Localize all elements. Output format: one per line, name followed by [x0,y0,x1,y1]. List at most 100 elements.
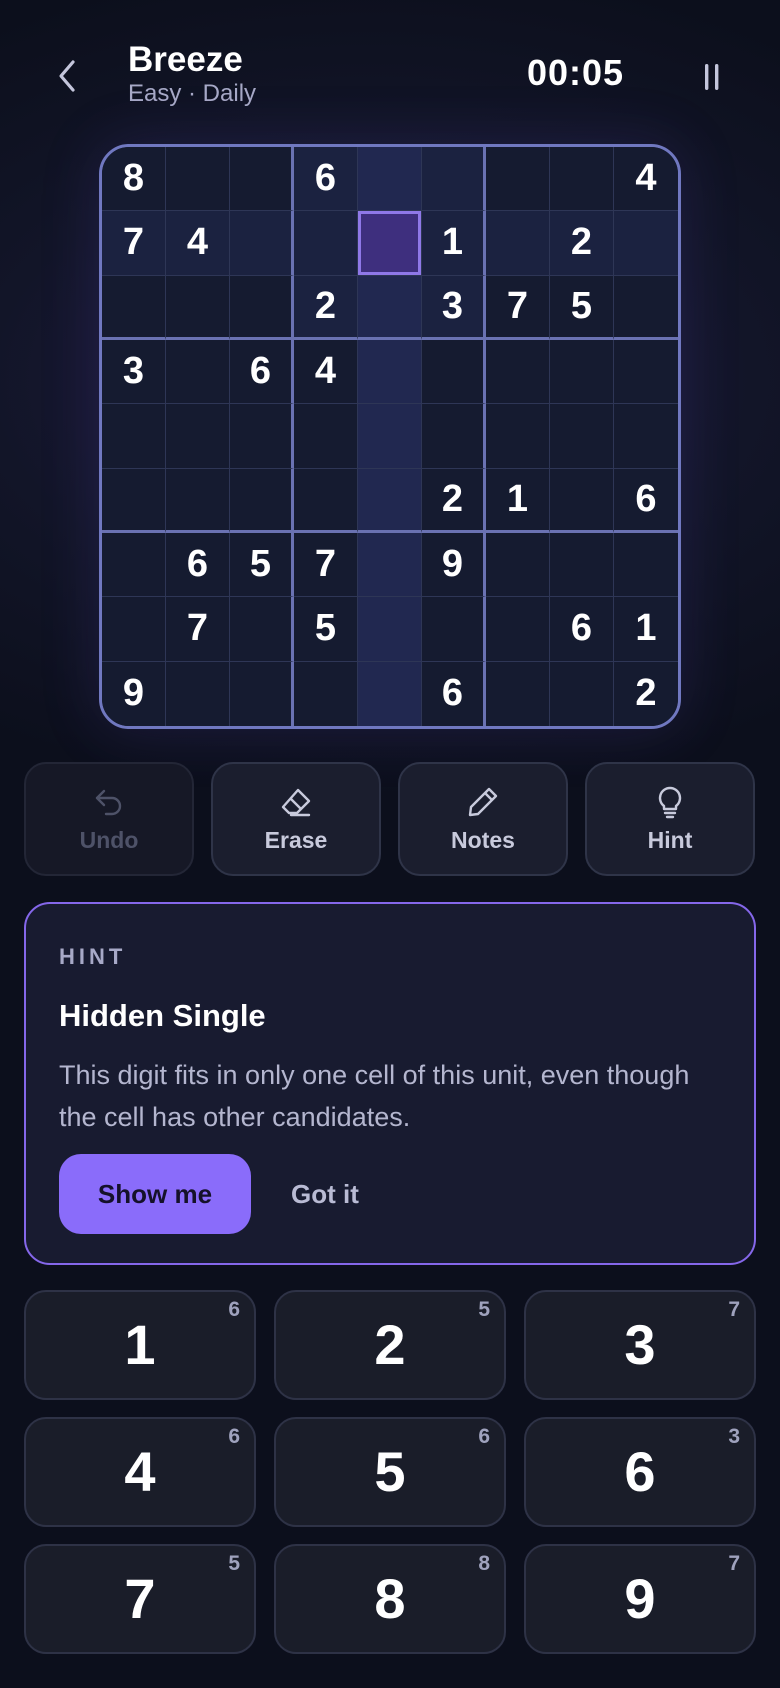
sudoku-cell[interactable] [614,404,678,469]
sudoku-cell[interactable]: 5 [230,533,294,598]
number-key-9[interactable]: 9 7 [524,1544,756,1654]
sudoku-cell[interactable] [358,340,422,405]
sudoku-cell[interactable]: 3 [422,275,486,340]
sudoku-cell[interactable] [550,533,614,598]
sudoku-cell[interactable]: 1 [614,597,678,662]
sudoku-cell[interactable]: 5 [294,597,358,662]
sudoku-cell[interactable] [102,404,166,469]
sudoku-cell[interactable] [486,597,550,662]
sudoku-cell[interactable] [230,147,294,212]
sudoku-cell[interactable] [550,404,614,469]
sudoku-cell[interactable] [166,404,230,469]
erase-button[interactable]: Erase [211,762,381,876]
sudoku-cell[interactable] [486,404,550,469]
show-me-button[interactable]: Show me [59,1154,251,1234]
sudoku-cell[interactable]: 8 [102,147,166,212]
sudoku-cell[interactable] [486,211,550,276]
sudoku-cell[interactable] [614,340,678,405]
sudoku-cell[interactable]: 7 [166,597,230,662]
sudoku-cell[interactable] [230,275,294,340]
hint-button[interactable]: Hint [585,762,755,876]
sudoku-cell[interactable] [294,661,358,726]
sudoku-cell[interactable] [358,275,422,340]
sudoku-cell[interactable] [166,275,230,340]
sudoku-cell[interactable]: 9 [422,533,486,598]
sudoku-cell[interactable] [422,404,486,469]
sudoku-cell[interactable] [486,147,550,212]
sudoku-cell[interactable]: 1 [422,211,486,276]
sudoku-cell[interactable] [102,275,166,340]
sudoku-cell[interactable] [614,275,678,340]
sudoku-cell[interactable] [294,468,358,533]
sudoku-cell[interactable] [486,661,550,726]
sudoku-cell[interactable] [166,661,230,726]
sudoku-cell[interactable] [102,468,166,533]
sudoku-cell[interactable]: 5 [550,275,614,340]
sudoku-cell[interactable] [294,211,358,276]
sudoku-cell[interactable] [358,211,422,276]
sudoku-cell[interactable]: 9 [102,661,166,726]
sudoku-cell[interactable] [358,533,422,598]
sudoku-cell[interactable] [230,661,294,726]
sudoku-cell[interactable] [166,340,230,405]
sudoku-cell[interactable] [358,468,422,533]
pause-button[interactable] [690,52,734,102]
sudoku-cell[interactable] [486,533,550,598]
sudoku-cell[interactable] [422,597,486,662]
sudoku-cell[interactable]: 6 [166,533,230,598]
sudoku-cell[interactable]: 4 [294,340,358,405]
number-key-2[interactable]: 2 5 [274,1290,506,1400]
number-key-4[interactable]: 4 6 [24,1417,256,1527]
sudoku-cell[interactable] [102,533,166,598]
sudoku-cell[interactable]: 7 [486,275,550,340]
sudoku-cell[interactable] [550,340,614,405]
sudoku-cell[interactable] [550,468,614,533]
sudoku-cell[interactable]: 2 [294,275,358,340]
sudoku-cell[interactable]: 2 [422,468,486,533]
sudoku-cell[interactable]: 6 [422,661,486,726]
number-key-8[interactable]: 8 8 [274,1544,506,1654]
sudoku-cell[interactable] [230,597,294,662]
sudoku-cell[interactable]: 2 [614,661,678,726]
sudoku-cell[interactable]: 1 [486,468,550,533]
sudoku-cell[interactable] [230,211,294,276]
sudoku-cell[interactable] [358,661,422,726]
sudoku-cell[interactable] [358,404,422,469]
sudoku-cell[interactable]: 7 [102,211,166,276]
sudoku-cell[interactable]: 6 [614,468,678,533]
sudoku-cell[interactable] [358,147,422,212]
number-key-6[interactable]: 6 3 [524,1417,756,1527]
sudoku-cell[interactable] [230,404,294,469]
number-key-3[interactable]: 3 7 [524,1290,756,1400]
number-key-1[interactable]: 1 6 [24,1290,256,1400]
sudoku-cell[interactable] [614,211,678,276]
sudoku-cell[interactable] [358,597,422,662]
sudoku-cell[interactable] [422,340,486,405]
sudoku-cell[interactable]: 7 [294,533,358,598]
number-key-7[interactable]: 7 5 [24,1544,256,1654]
sudoku-cell[interactable] [230,468,294,533]
sudoku-cell[interactable] [486,340,550,405]
sudoku-cell[interactable] [166,147,230,212]
number-key-5[interactable]: 5 6 [274,1417,506,1527]
sudoku-cell[interactable] [614,533,678,598]
sudoku-cell[interactable]: 6 [230,340,294,405]
got-it-button[interactable]: Got it [281,1154,369,1234]
back-button[interactable] [46,50,88,102]
sudoku-cell[interactable]: 2 [550,211,614,276]
notes-button[interactable]: Notes [398,762,568,876]
sudoku-cell[interactable] [294,404,358,469]
sudoku-cell[interactable] [102,597,166,662]
sudoku-cell[interactable]: 6 [294,147,358,212]
sudoku-cell[interactable]: 4 [166,211,230,276]
sudoku-cell[interactable]: 4 [614,147,678,212]
sudoku-cell[interactable] [422,147,486,212]
sudoku-cell[interactable]: 3 [102,340,166,405]
undo-button[interactable]: Undo [24,762,194,876]
sudoku-cell[interactable] [166,468,230,533]
sudoku-cell[interactable] [550,147,614,212]
sudoku-cell[interactable]: 6 [550,597,614,662]
undo-label: Undo [79,826,139,853]
number-key-remaining: 3 [728,1425,740,1448]
sudoku-cell[interactable] [550,661,614,726]
